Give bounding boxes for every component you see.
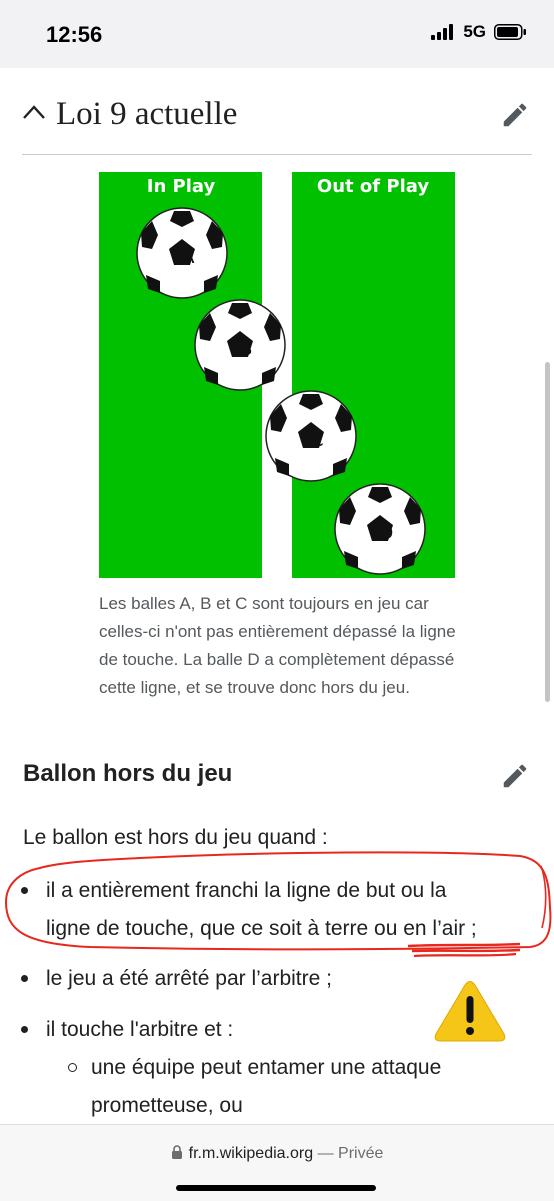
list-subitem: une équipe peut entamer une attaque prom… xyxy=(68,1049,541,1125)
warning-icon xyxy=(434,981,506,1042)
list-item-line: ligne de touche, que ce soit à terre ou … xyxy=(46,917,477,940)
status-time: 12:56 xyxy=(46,22,103,47)
url-domain: fr.m.wikipedia.org xyxy=(188,1145,314,1162)
list-item-line: prometteuse, ou xyxy=(91,1094,243,1117)
private-mode-label: Privée xyxy=(338,1145,384,1162)
section-header[interactable]: Loi 9 actuelle xyxy=(22,86,532,155)
url-separator: — xyxy=(313,1145,339,1162)
address-bar[interactable]: fr.m.wikipedia.org — Privée xyxy=(0,1145,554,1163)
figure-caption: Les balles A, B et C sont toujours en je… xyxy=(99,594,456,697)
ball-label-d: D xyxy=(379,522,394,544)
in-play-label: In Play xyxy=(147,176,216,197)
out-of-play-label: Out of Play xyxy=(317,176,429,197)
ball-label-b: B xyxy=(239,338,252,360)
browser-bottom-bar[interactable]: fr.m.wikipedia.org — Privée xyxy=(0,1124,554,1201)
status-icons: 5G xyxy=(431,22,526,42)
law9-figure[interactable]: In Play Out of Play A B C D xyxy=(99,172,455,578)
signal-icon xyxy=(431,24,454,40)
battery-icon xyxy=(494,24,526,40)
ball-b: B xyxy=(194,299,286,391)
ball-c: C xyxy=(265,390,357,482)
chevron-up-icon[interactable] xyxy=(22,104,46,120)
subsection-title: Ballon hors du jeu xyxy=(23,760,233,787)
lock-icon xyxy=(171,1145,182,1159)
ball-label-c: C xyxy=(310,429,323,451)
status-bar: 12:56 5G xyxy=(0,0,554,68)
sub-bullet xyxy=(68,1063,77,1072)
ball-a: A xyxy=(136,207,228,299)
bullet xyxy=(21,975,28,982)
intro-text: Le ballon est hors du jeu quand : xyxy=(23,826,328,849)
section-title: Loi 9 actuelle xyxy=(56,96,238,132)
bullet xyxy=(21,887,28,894)
edit-pencil-icon[interactable] xyxy=(500,761,530,791)
ball-label-a: A xyxy=(182,246,195,268)
list-item: il a entièrement franchi la ligne de but… xyxy=(21,872,536,948)
edit-pencil-icon[interactable] xyxy=(500,100,530,130)
list-item-line: il a entièrement franchi la ligne de but… xyxy=(46,879,447,902)
network-type: 5G xyxy=(463,22,486,41)
list-item-line: une équipe peut entamer une attaque xyxy=(91,1056,442,1079)
bullet xyxy=(21,1026,28,1033)
home-indicator[interactable] xyxy=(176,1185,376,1191)
ball-d: D xyxy=(334,483,426,575)
scrollbar[interactable] xyxy=(545,362,550,702)
